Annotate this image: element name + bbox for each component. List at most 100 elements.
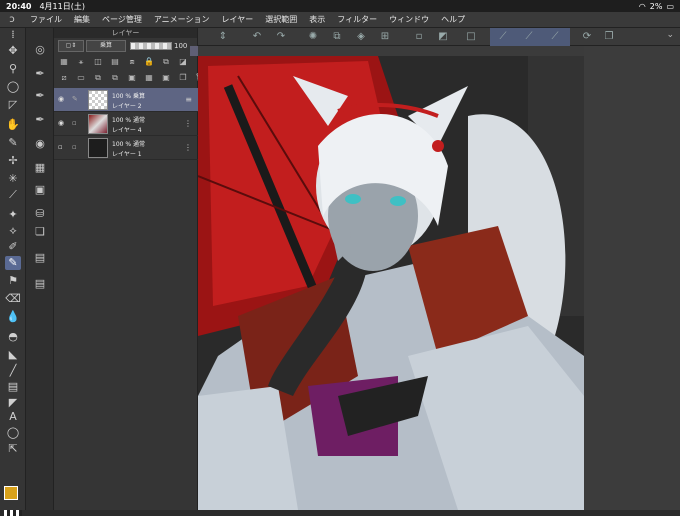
layer-row[interactable]: ◉ ✎ 100 % 乗算 レイヤー 2 ≡ bbox=[54, 88, 198, 112]
ruler-icon-1[interactable]: ⟋ bbox=[496, 30, 510, 44]
eraser-icon[interactable]: ⌫ bbox=[5, 292, 21, 306]
hand-icon[interactable]: ✋ bbox=[5, 118, 21, 132]
artwork-canvas[interactable] bbox=[198, 56, 584, 510]
chevron-updown-icon[interactable]: ⇕ bbox=[216, 30, 230, 44]
layer-name: レイヤー 1 bbox=[112, 151, 142, 158]
canvas-area[interactable] bbox=[198, 46, 680, 510]
magic-wand-icon[interactable]: ✳ bbox=[5, 172, 21, 186]
select-all-icon[interactable]: ▫ bbox=[412, 30, 426, 44]
mask-icon[interactable]: ⧉ bbox=[160, 56, 172, 68]
layers-stack-icon[interactable]: ❐ bbox=[602, 30, 616, 44]
menu-layer[interactable]: レイヤー bbox=[216, 14, 260, 25]
material-icon[interactable]: ▤ bbox=[32, 250, 48, 266]
color-set-icon[interactable]: ▦ bbox=[32, 160, 48, 176]
blend-mode-select[interactable]: 乗算 bbox=[86, 40, 126, 52]
undo-icon[interactable]: ↶ bbox=[250, 30, 264, 44]
menu-animation[interactable]: アニメーション bbox=[148, 14, 216, 25]
opacity-slider[interactable] bbox=[130, 42, 172, 50]
menu-selection[interactable]: 選択範囲 bbox=[259, 14, 303, 25]
menu-window[interactable]: ウィンドウ bbox=[383, 14, 435, 25]
eyedropper-icon[interactable]: ✎ bbox=[5, 136, 21, 150]
menu-page[interactable]: ページ管理 bbox=[96, 14, 148, 25]
layer-row[interactable]: ▫ ▫ 100 % 通常 レイヤー 1 ⋮ bbox=[54, 136, 198, 160]
subtool-pen-icon[interactable]: ✒ bbox=[32, 66, 48, 82]
subtool-marker-icon[interactable]: ✒ bbox=[32, 112, 48, 128]
pen-icon[interactable]: ⟋ bbox=[5, 188, 21, 202]
balloon-icon[interactable]: ◯ bbox=[5, 426, 21, 440]
transparent-color-swatch[interactable] bbox=[4, 510, 22, 516]
wand-icon[interactable]: ⟡ bbox=[5, 224, 21, 238]
merge-icon[interactable]: ⧉ bbox=[109, 72, 121, 84]
ref-icon[interactable]: ▤ bbox=[109, 56, 121, 68]
clip-icon[interactable]: ◫ bbox=[92, 56, 104, 68]
blend-toggle[interactable]: ▢⇕ bbox=[58, 40, 84, 52]
invert-selection-icon[interactable]: ◩ bbox=[436, 30, 450, 44]
menu-file[interactable]: ファイル bbox=[24, 14, 68, 25]
chevron-down-icon[interactable]: ⌄ bbox=[666, 30, 674, 40]
ruler-icon-2[interactable]: ⟋ bbox=[522, 30, 536, 44]
figure-icon[interactable]: ╱ bbox=[5, 364, 21, 378]
clear-selection-icon[interactable]: □ bbox=[464, 30, 478, 44]
layer-menu-icon[interactable]: ⋮ bbox=[184, 143, 192, 152]
checkbox-icon[interactable]: ▫ bbox=[72, 143, 80, 151]
correct-line-icon[interactable]: ⇱ bbox=[5, 442, 21, 456]
frame-icon[interactable]: ▤ bbox=[5, 380, 21, 394]
select-icon[interactable]: ◪ bbox=[177, 56, 189, 68]
combine-icon[interactable]: ▣ bbox=[126, 72, 138, 84]
fill-icon[interactable]: ◈ bbox=[354, 30, 368, 44]
auto-action-icon[interactable]: ▤ bbox=[32, 276, 48, 292]
pencil-icon[interactable]: ✐ bbox=[5, 240, 21, 254]
lasso-icon[interactable]: ◸ bbox=[5, 98, 21, 112]
ruler-icon-3[interactable]: ⟋ bbox=[548, 30, 562, 44]
gradient-icon[interactable]: ◣ bbox=[5, 348, 21, 362]
copy-icon[interactable]: ⧉ bbox=[330, 30, 344, 44]
move-layer-icon[interactable]: ✥ bbox=[5, 44, 21, 58]
menu-view[interactable]: 表示 bbox=[303, 14, 331, 25]
gallery-icon[interactable]: ▦ bbox=[143, 72, 155, 84]
layer-row[interactable]: ◉ ▫ 100 % 通常 レイヤー 4 ⋮ bbox=[54, 112, 198, 136]
foreground-color-swatch[interactable] bbox=[4, 486, 18, 500]
settings-icon[interactable]: ▣ bbox=[160, 72, 172, 84]
new-raster-icon[interactable]: ▦ bbox=[58, 56, 70, 68]
folder-icon[interactable]: ▭ bbox=[75, 72, 87, 84]
subtool-brush-icon[interactable]: ✒ bbox=[32, 88, 48, 104]
lock-icon[interactable]: 🔒 bbox=[143, 56, 155, 68]
color-wheel-icon[interactable]: ◉ bbox=[32, 136, 48, 152]
eye-icon[interactable]: ◉ bbox=[58, 119, 68, 127]
airbrush-icon[interactable]: ⚑ bbox=[5, 274, 21, 288]
menu-edit[interactable]: 編集 bbox=[68, 14, 96, 25]
layer-menu-icon[interactable]: ≡ bbox=[185, 95, 192, 104]
tool-options-icon[interactable]: ⁞ bbox=[5, 28, 21, 42]
redo-icon[interactable]: ↷ bbox=[274, 30, 288, 44]
blend-icon[interactable]: 💧 bbox=[5, 310, 21, 324]
menu-filter[interactable]: フィルター bbox=[331, 14, 383, 25]
new-layer-icon[interactable]: ⧄ bbox=[58, 72, 70, 84]
transform-icon[interactable]: ⊞ bbox=[378, 30, 392, 44]
copy-layer-icon[interactable]: ❐ bbox=[177, 72, 189, 84]
visibility-toggle[interactable]: ▫ bbox=[58, 143, 68, 151]
checkbox-icon[interactable]: ▫ bbox=[72, 119, 80, 127]
color-history-icon[interactable]: ▣ bbox=[32, 182, 48, 198]
move-icon[interactable]: ✢ bbox=[5, 154, 21, 168]
duplicate-icon[interactable]: ⧉ bbox=[92, 72, 104, 84]
navigator-icon[interactable]: ◎ bbox=[32, 42, 48, 58]
pen-edit-icon[interactable]: ✎ bbox=[72, 95, 80, 103]
ellipse-select-icon[interactable]: ◯ bbox=[5, 80, 21, 94]
fill-bucket-icon[interactable]: ◓ bbox=[5, 330, 21, 344]
zoom-icon[interactable]: ⚲ bbox=[5, 62, 21, 76]
sparkle-icon[interactable]: ✦ bbox=[5, 208, 21, 222]
new-vector-icon[interactable]: ⚹ bbox=[75, 56, 87, 68]
layer-icon[interactable]: ❏ bbox=[32, 224, 48, 240]
ruler-tool-icon[interactable]: ◤ bbox=[5, 396, 21, 410]
spinner-icon[interactable]: ✺ bbox=[306, 30, 320, 44]
command-bar: ⇕ ↶ ↷ ✺ ⧉ ◈ ⊞ ▫ ◩ □ ⟋ ⟋ ⟋ ⟳ ❐ ⌄ bbox=[198, 28, 680, 46]
eye-icon[interactable]: ◉ bbox=[58, 95, 68, 103]
menu-help[interactable]: ヘルプ bbox=[435, 14, 471, 25]
layer-menu-icon[interactable]: ⋮ bbox=[184, 119, 192, 128]
lock-transparent-icon[interactable]: ⧈ bbox=[126, 56, 138, 68]
brush-icon[interactable]: ✎ bbox=[5, 256, 21, 270]
app-logo-icon[interactable]: ↄ bbox=[0, 14, 24, 25]
rotate-icon[interactable]: ⟳ bbox=[580, 30, 594, 44]
text-tool-icon[interactable]: A bbox=[5, 410, 21, 424]
layer-property-icon[interactable]: ⛁ bbox=[32, 206, 48, 222]
